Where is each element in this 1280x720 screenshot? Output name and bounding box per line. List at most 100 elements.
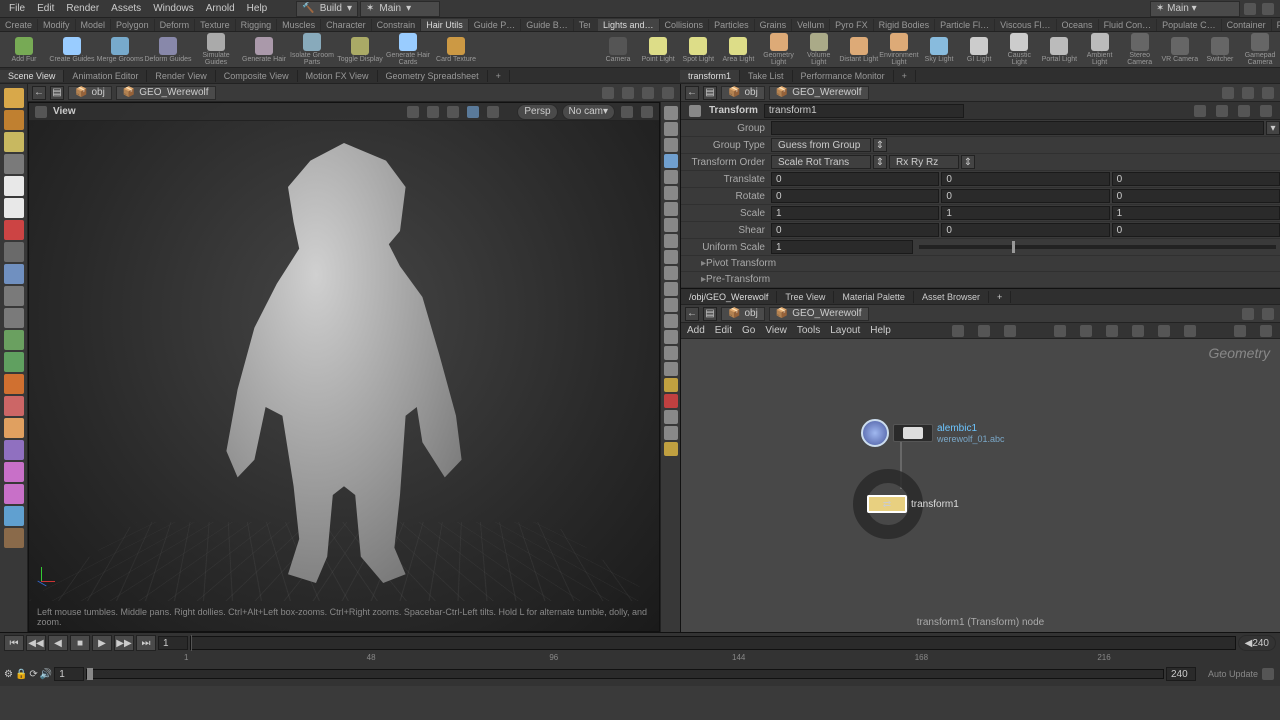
shelf-deform-guides[interactable]: Deform Guides bbox=[144, 32, 192, 68]
snap3-icon[interactable] bbox=[447, 106, 459, 118]
net-max-icon[interactable] bbox=[1262, 308, 1274, 320]
left-tool-15[interactable] bbox=[4, 418, 24, 438]
shelf-tab-pyrofx[interactable]: Pyro FX bbox=[1272, 19, 1280, 31]
net-tool3-icon[interactable] bbox=[1004, 325, 1016, 337]
shelf-tab-lightsand[interactable]: Lights and… bbox=[598, 19, 660, 31]
right-tool-11[interactable] bbox=[664, 282, 678, 296]
parm-max-icon[interactable] bbox=[1262, 87, 1274, 99]
prexform-section[interactable]: Pre-Transform bbox=[681, 272, 1280, 288]
shelf-tab-guidep[interactable]: Guide P… bbox=[469, 19, 522, 31]
shelf-tab-grains[interactable]: Grains bbox=[755, 19, 793, 31]
shelf-camera[interactable]: Camera bbox=[598, 32, 638, 68]
menu-arnold[interactable]: Arnold bbox=[201, 2, 240, 15]
shelf-tab-guideb[interactable]: Guide B… bbox=[521, 19, 574, 31]
help-icon[interactable] bbox=[1262, 3, 1274, 15]
shelf-tab-constrain[interactable]: Constrain bbox=[372, 19, 422, 31]
play-button[interactable]: ▶ bbox=[92, 635, 112, 651]
rord-chevron-icon[interactable]: ⇕ bbox=[961, 155, 975, 169]
uniform-scale-slider[interactable] bbox=[919, 245, 1276, 249]
timeline-slider[interactable] bbox=[190, 636, 1236, 650]
shelf-isolate-groom-parts[interactable]: Isolate Groom Parts bbox=[288, 32, 336, 68]
shelf-gamepad-camera[interactable]: Gamepad Camera bbox=[1240, 32, 1280, 68]
shelf-tab-viscousfl[interactable]: Viscous Fl… bbox=[995, 19, 1056, 31]
parm-tz[interactable] bbox=[1112, 172, 1280, 186]
parm-group-field[interactable] bbox=[771, 121, 1264, 135]
parm-us[interactable] bbox=[771, 240, 913, 254]
right-tool-13[interactable] bbox=[664, 314, 678, 328]
shelf-distant-light[interactable]: Distant Light bbox=[839, 32, 879, 68]
scene-viewport[interactable]: View Persp No cam▾ Left mouse tumbles bbox=[28, 102, 660, 632]
current-frame-field[interactable] bbox=[158, 636, 188, 650]
net-tab-4[interactable]: + bbox=[989, 291, 1011, 303]
left-tool-8[interactable] bbox=[4, 264, 24, 284]
shelf-volume-light[interactable]: Volume Light bbox=[799, 32, 839, 68]
net-tool6-icon[interactable] bbox=[1106, 325, 1118, 337]
auto-update-label[interactable]: Auto Update bbox=[1198, 669, 1258, 679]
menu-windows[interactable]: Windows bbox=[148, 2, 199, 15]
shelf-sky-light[interactable]: Sky Light bbox=[919, 32, 959, 68]
timeline-end-badge[interactable]: ◀ 240 bbox=[1238, 635, 1276, 651]
parm-sy[interactable] bbox=[941, 206, 1109, 220]
link-icon[interactable] bbox=[622, 87, 634, 99]
display-icon[interactable] bbox=[467, 106, 479, 118]
net-help[interactable]: Help bbox=[870, 325, 891, 336]
next-frame-button[interactable]: ▶▶ bbox=[114, 635, 134, 651]
right-tool-14[interactable] bbox=[664, 330, 678, 344]
shelf-tab-rigidbodies[interactable]: Rigid Bodies bbox=[874, 19, 936, 31]
expand-icon[interactable] bbox=[642, 87, 654, 99]
right-tool-7[interactable] bbox=[664, 218, 678, 232]
persp-dropdown[interactable]: Persp bbox=[517, 104, 557, 120]
menu-assets[interactable]: Assets bbox=[106, 2, 146, 15]
shelf-tab-pyrofx[interactable]: Pyro FX bbox=[830, 19, 874, 31]
shelf-tab-particlefl[interactable]: Particle Fl… bbox=[935, 19, 995, 31]
xord-chevron-icon[interactable]: ⇕ bbox=[873, 155, 887, 169]
net-pin-icon[interactable] bbox=[1242, 308, 1254, 320]
shelf-tab-particles[interactable]: Particles bbox=[709, 19, 755, 31]
left-tool-14[interactable] bbox=[4, 396, 24, 416]
left-tool-17[interactable] bbox=[4, 462, 24, 482]
net-search-icon[interactable] bbox=[1234, 325, 1246, 337]
parm-sz[interactable] bbox=[1112, 206, 1280, 220]
pane-tab-[interactable]: + bbox=[488, 70, 510, 82]
radial-menu-dropdown[interactable]: ✶ Main ▾ bbox=[1150, 1, 1240, 17]
parm-link-icon[interactable] bbox=[1242, 87, 1254, 99]
pane-tab-sceneview[interactable]: Scene View bbox=[0, 70, 64, 82]
right-tool-20[interactable] bbox=[664, 426, 678, 440]
shelf-caustic-light[interactable]: Caustic Light bbox=[999, 32, 1039, 68]
shelf-merge-grooms[interactable]: Merge Grooms bbox=[96, 32, 144, 68]
desktop-main-dropdown[interactable]: ✶ Main ▾ bbox=[360, 1, 440, 17]
left-tool-1[interactable] bbox=[4, 110, 24, 130]
shelf-vr-camera[interactable]: VR Camera bbox=[1160, 32, 1200, 68]
right-tool-9[interactable] bbox=[664, 250, 678, 264]
shelf-card-texture[interactable]: Card Texture bbox=[432, 32, 480, 68]
parm-back-icon[interactable]: ← bbox=[685, 86, 699, 100]
shelf-geometry-light[interactable]: Geometry Light bbox=[759, 32, 799, 68]
shelf-tab-character[interactable]: Character bbox=[321, 19, 372, 31]
shelf-switcher[interactable]: Switcher bbox=[1200, 32, 1240, 68]
right-tool-4[interactable] bbox=[664, 170, 678, 184]
range-start-field[interactable] bbox=[54, 667, 84, 681]
group-menu-icon[interactable]: ▾ bbox=[1266, 121, 1280, 135]
range-lock-icon[interactable]: 🔒 bbox=[15, 669, 27, 680]
pane-tab-motionfxview[interactable]: Motion FX View bbox=[298, 70, 378, 82]
parm-xord-menu[interactable]: Scale Rot Trans bbox=[771, 155, 871, 169]
pane-tab-[interactable]: + bbox=[894, 70, 916, 82]
shelf-environment-light[interactable]: Environment Light bbox=[879, 32, 919, 68]
net-tool1-icon[interactable] bbox=[952, 325, 964, 337]
right-tool-5[interactable] bbox=[664, 186, 678, 200]
left-tool-13[interactable] bbox=[4, 374, 24, 394]
node-name-field[interactable]: transform1 bbox=[764, 104, 964, 118]
shelf-tab-container[interactable]: Container bbox=[1222, 19, 1272, 31]
parm-rz[interactable] bbox=[1112, 189, 1280, 203]
right-tool-21[interactable] bbox=[664, 442, 678, 456]
network-view[interactable]: Geometry alembic1 werewolf_01.abc ⇄ tran… bbox=[681, 339, 1280, 632]
left-tool-6[interactable] bbox=[4, 220, 24, 240]
pane-tab-transform1[interactable]: transform1 bbox=[680, 70, 740, 82]
net-tool7-icon[interactable] bbox=[1132, 325, 1144, 337]
net-tool2-icon[interactable] bbox=[978, 325, 990, 337]
left-tool-2[interactable] bbox=[4, 132, 24, 152]
shelf-generate-hair[interactable]: Generate Hair bbox=[240, 32, 288, 68]
shelf-add-fur[interactable]: Add Fur bbox=[0, 32, 48, 68]
parm-rx[interactable] bbox=[771, 189, 939, 203]
shelf-tab-texture[interactable]: Texture bbox=[195, 19, 236, 31]
